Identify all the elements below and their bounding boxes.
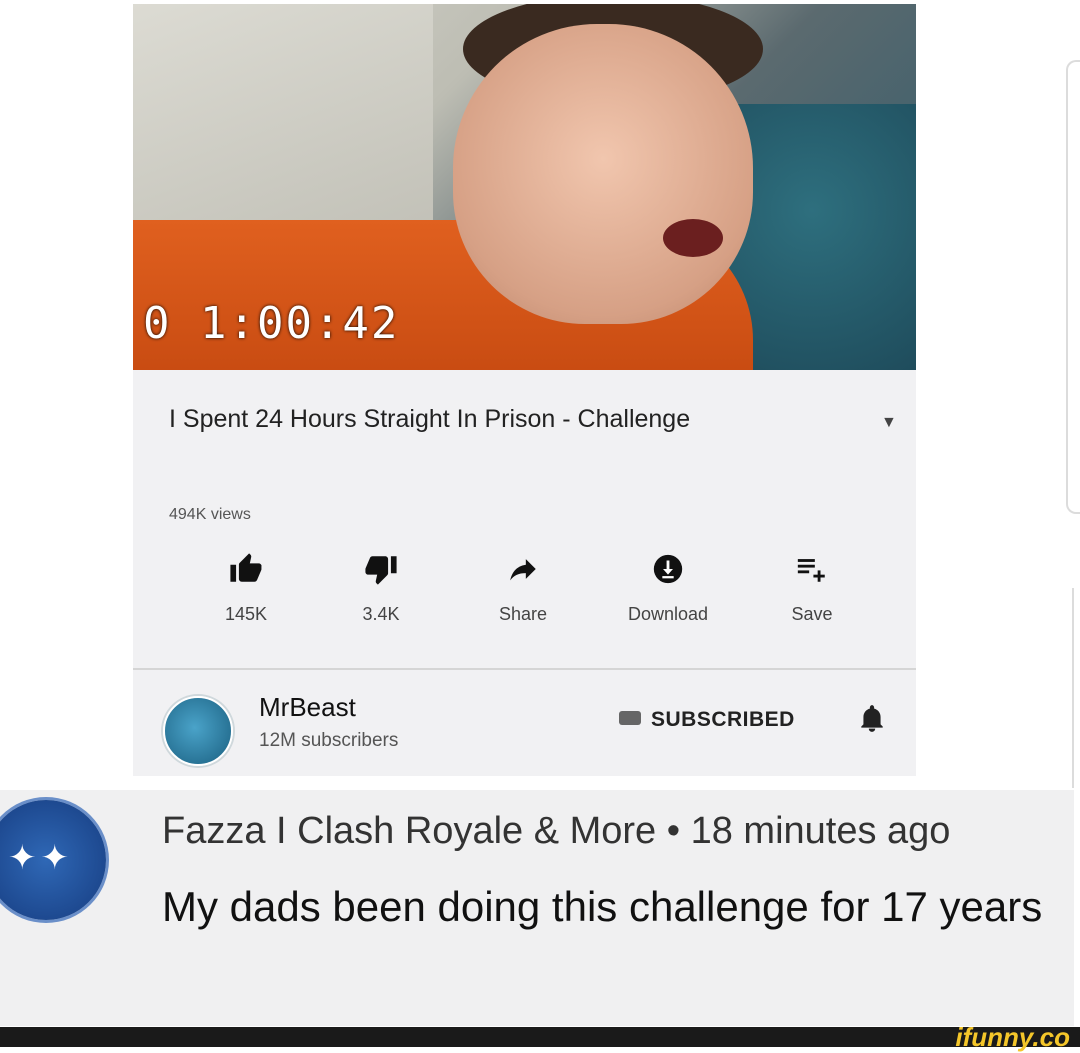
like-button[interactable]: 145K <box>191 552 301 625</box>
action-bar: 145K 3.4K Share Download Save <box>133 552 916 652</box>
chevron-down-icon[interactable]: ▼ <box>881 414 897 432</box>
thumbs-up-icon <box>191 552 301 598</box>
video-thumbnail[interactable]: 0 1:00:42 <box>133 4 916 370</box>
scrollbar-track-lower <box>1072 588 1080 788</box>
save-label: Save <box>791 604 833 624</box>
video-title: I Spent 24 Hours Straight In Prison - Ch… <box>169 405 691 433</box>
video-timer: 0 1:00:42 <box>143 298 400 349</box>
dislike-button[interactable]: 3.4K <box>326 552 436 625</box>
watermark-logo: ifunny.co <box>955 1022 1070 1052</box>
commenter-avatar[interactable]: ✦✦ <box>0 800 106 920</box>
divider <box>133 668 916 670</box>
download-label: Download <box>627 604 709 624</box>
comment-author[interactable]: Fazza I Clash Royale & More • 18 minutes… <box>162 810 950 853</box>
scrollbar-track[interactable] <box>1066 60 1080 514</box>
dislike-count: 3.4K <box>362 604 400 624</box>
subscribed-label: SUBSCRIBED <box>651 708 795 731</box>
share-button[interactable]: Share <box>468 552 578 625</box>
bell-icon[interactable] <box>859 704 885 741</box>
youtube-icon <box>619 711 641 726</box>
subscriber-count: 12M subscribers <box>259 730 399 751</box>
like-count: 145K <box>224 604 268 624</box>
thumbnail-mouth <box>663 219 723 257</box>
comment: ✦✦ Fazza I Clash Royale & More • 18 minu… <box>0 790 1074 1026</box>
channel-avatar[interactable] <box>163 696 233 766</box>
thumbnail-face <box>453 24 753 324</box>
thumbs-down-icon <box>326 552 436 598</box>
download-button[interactable]: Download <box>613 552 723 625</box>
download-icon <box>613 552 723 598</box>
view-count: 494K views <box>169 506 251 523</box>
comment-text: My dads been doing this challenge for 17… <box>162 883 1043 930</box>
save-button[interactable]: Save <box>757 552 867 625</box>
video-card: 0 1:00:42 I Spent 24 Hours Straight In P… <box>133 4 916 776</box>
share-icon <box>468 552 578 598</box>
avatar-sprites: ✦✦ <box>8 839 73 877</box>
channel-name[interactable]: MrBeast <box>259 692 356 723</box>
footer-bar <box>0 1027 1080 1047</box>
save-playlist-icon <box>757 552 867 598</box>
share-label: Share <box>498 604 548 624</box>
subscribed-button[interactable]: SUBSCRIBED <box>619 708 795 732</box>
